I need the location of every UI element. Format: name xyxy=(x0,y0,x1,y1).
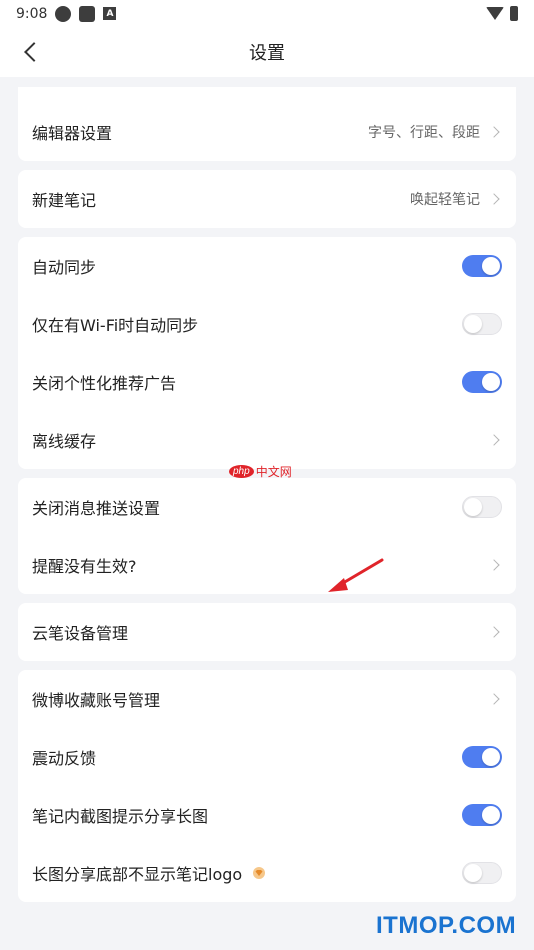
php-watermark: php 中文网 xyxy=(229,463,292,480)
row-value: 唤起轻笔记 xyxy=(410,192,480,208)
settings-group-misc: 微博收藏账号管理 震动反馈 笔记内截图提示分享长图 长图分享底部不显示笔记log… xyxy=(18,670,516,902)
vibration-toggle[interactable] xyxy=(462,746,502,768)
row-label: 微博收藏账号管理 xyxy=(32,691,161,710)
php-text: 中文网 xyxy=(255,465,292,479)
php-logo: php xyxy=(229,465,254,478)
row-label: 新建笔记 xyxy=(32,191,97,210)
vip-diamond-icon xyxy=(252,867,266,879)
page-title: 设置 xyxy=(249,43,285,64)
app-notification-icon xyxy=(55,5,72,22)
auto-sync-toggle[interactable] xyxy=(462,255,502,277)
battery-icon xyxy=(510,6,518,21)
chevron-right-icon xyxy=(488,559,500,571)
settings-row-push: 关闭消息推送设置 xyxy=(18,478,516,536)
settings-row-hide-logo: 长图分享底部不显示笔记logo xyxy=(18,844,516,902)
row-label-wrap: 长图分享底部不显示笔记logo xyxy=(32,861,266,885)
settings-row-wifi-sync: 仅在有Wi-Fi时自动同步 xyxy=(18,295,516,353)
chevron-right-icon xyxy=(488,693,500,705)
chevron-right-icon xyxy=(488,126,500,138)
row-label: 关闭消息推送设置 xyxy=(32,499,161,518)
hide-logo-toggle[interactable] xyxy=(462,862,502,884)
settings-list: 编辑器设置 字号、行距、段距 新建笔记 唤起轻笔记 自动同步 仅在有Wi-Fi时… xyxy=(0,77,534,902)
chevron-right-icon xyxy=(488,434,500,446)
status-bar: 9:08 A xyxy=(0,0,534,27)
settings-group-editor: 编辑器设置 字号、行距、段距 xyxy=(18,87,516,161)
settings-group-devices: 云笔设备管理 xyxy=(18,603,516,661)
settings-row-new-note[interactable]: 新建笔记 唤起轻笔记 xyxy=(18,170,516,228)
back-arrow-icon xyxy=(24,42,44,62)
row-label: 自动同步 xyxy=(32,258,97,277)
settings-row-screenshot-tip: 笔记内截图提示分享长图 xyxy=(18,786,516,844)
push-toggle[interactable] xyxy=(462,496,502,518)
row-label: 编辑器设置 xyxy=(32,124,113,143)
settings-group-sync: 自动同步 仅在有Wi-Fi时自动同步 关闭个性化推荐广告 离线缓存 xyxy=(18,237,516,469)
chevron-right-icon xyxy=(488,626,500,638)
settings-group-new-note: 新建笔记 唤起轻笔记 xyxy=(18,170,516,228)
wifi-sync-toggle[interactable] xyxy=(462,313,502,335)
settings-row-reminder-help[interactable]: 提醒没有生效? xyxy=(18,536,516,594)
settings-row-offline-cache[interactable]: 离线缓存 xyxy=(18,411,516,469)
row-label: 关闭个性化推荐广告 xyxy=(32,374,177,393)
nav-bar: 设置 xyxy=(0,27,534,77)
annotation-arrow-icon xyxy=(326,556,386,600)
screenshot-tip-toggle[interactable] xyxy=(462,804,502,826)
row-label: 云笔设备管理 xyxy=(32,624,129,643)
row-label: 仅在有Wi-Fi时自动同步 xyxy=(32,316,199,335)
app-notification-square-icon xyxy=(79,5,96,22)
settings-row-editor[interactable]: 编辑器设置 字号、行距、段距 xyxy=(18,103,516,161)
site-watermark: ITMOP.COM xyxy=(376,912,517,939)
status-left: 9:08 A xyxy=(16,5,117,22)
settings-row-device-management[interactable]: 云笔设备管理 xyxy=(18,603,516,661)
row-label: 笔记内截图提示分享长图 xyxy=(32,807,209,826)
settings-row-ad-personalization: 关闭个性化推荐广告 xyxy=(18,353,516,411)
status-right xyxy=(486,6,518,21)
wifi-icon xyxy=(486,7,504,20)
settings-group-notifications: 关闭消息推送设置 提醒没有生效? xyxy=(18,478,516,594)
row-label: 离线缓存 xyxy=(32,432,97,451)
row-label: 震动反馈 xyxy=(32,749,97,768)
row-value: 字号、行距、段距 xyxy=(368,125,480,141)
chevron-right-icon xyxy=(488,193,500,205)
back-button[interactable] xyxy=(18,39,44,65)
ad-personalization-toggle[interactable] xyxy=(462,371,502,393)
settings-row-weibo[interactable]: 微博收藏账号管理 xyxy=(18,670,516,728)
row-label: 长图分享底部不显示笔记logo xyxy=(32,865,243,884)
a-notification-icon: A xyxy=(103,7,117,20)
settings-row-vibration: 震动反馈 xyxy=(18,728,516,786)
row-label: 提醒没有生效? xyxy=(32,557,137,576)
status-time: 9:08 xyxy=(16,5,48,22)
settings-row-auto-sync: 自动同步 xyxy=(18,237,516,295)
